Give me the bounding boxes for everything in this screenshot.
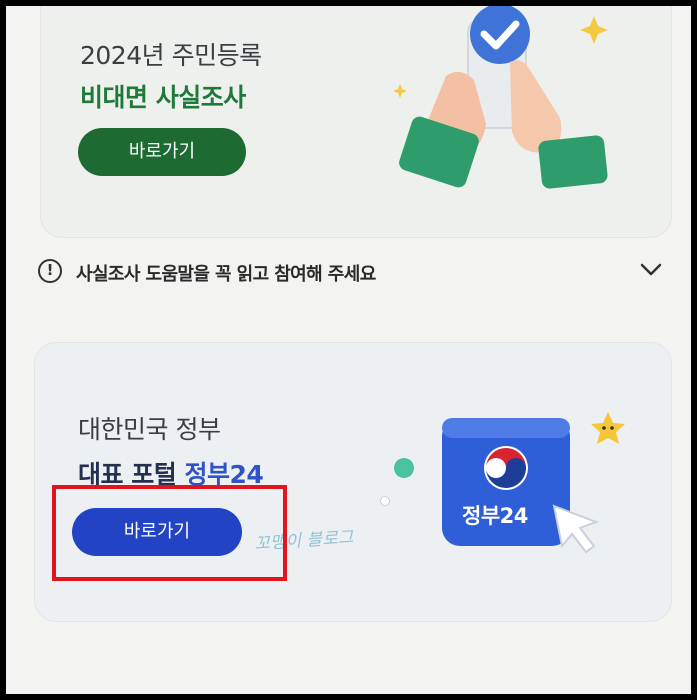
gov24-app-icon <box>442 412 625 554</box>
fact-survey-subtitle: 2024년 주민등록 <box>80 41 262 70</box>
fact-survey-go-button[interactable]: 바로가기 <box>78 128 246 176</box>
gov24-app-icon-label: 정부24 <box>462 504 528 528</box>
help-notice[interactable]: ! 사실조사 도움말을 꼭 읽고 참여해 주세요 <box>36 258 676 290</box>
phone-hands-illustration <box>393 6 608 189</box>
decorative-dot <box>380 496 390 506</box>
chevron-down-icon[interactable] <box>638 260 664 280</box>
help-notice-text: 사실조사 도움말을 꼭 읽고 참여해 주세요 <box>76 264 376 285</box>
exclamation-icon: ! <box>38 259 62 283</box>
button-highlight-box <box>52 485 287 581</box>
screen: 2024년 주민등록 비대면 사실조사 바로가기 ! 사실조사 도움말을 꼭 읽… <box>6 6 691 694</box>
sparkle-icon <box>393 84 407 98</box>
decorative-dot <box>394 458 414 478</box>
fact-survey-title: 비대면 사실조사 <box>80 83 246 112</box>
gov24-subtitle: 대한민국 정부 <box>78 415 221 444</box>
sparkle-icon <box>580 16 608 44</box>
